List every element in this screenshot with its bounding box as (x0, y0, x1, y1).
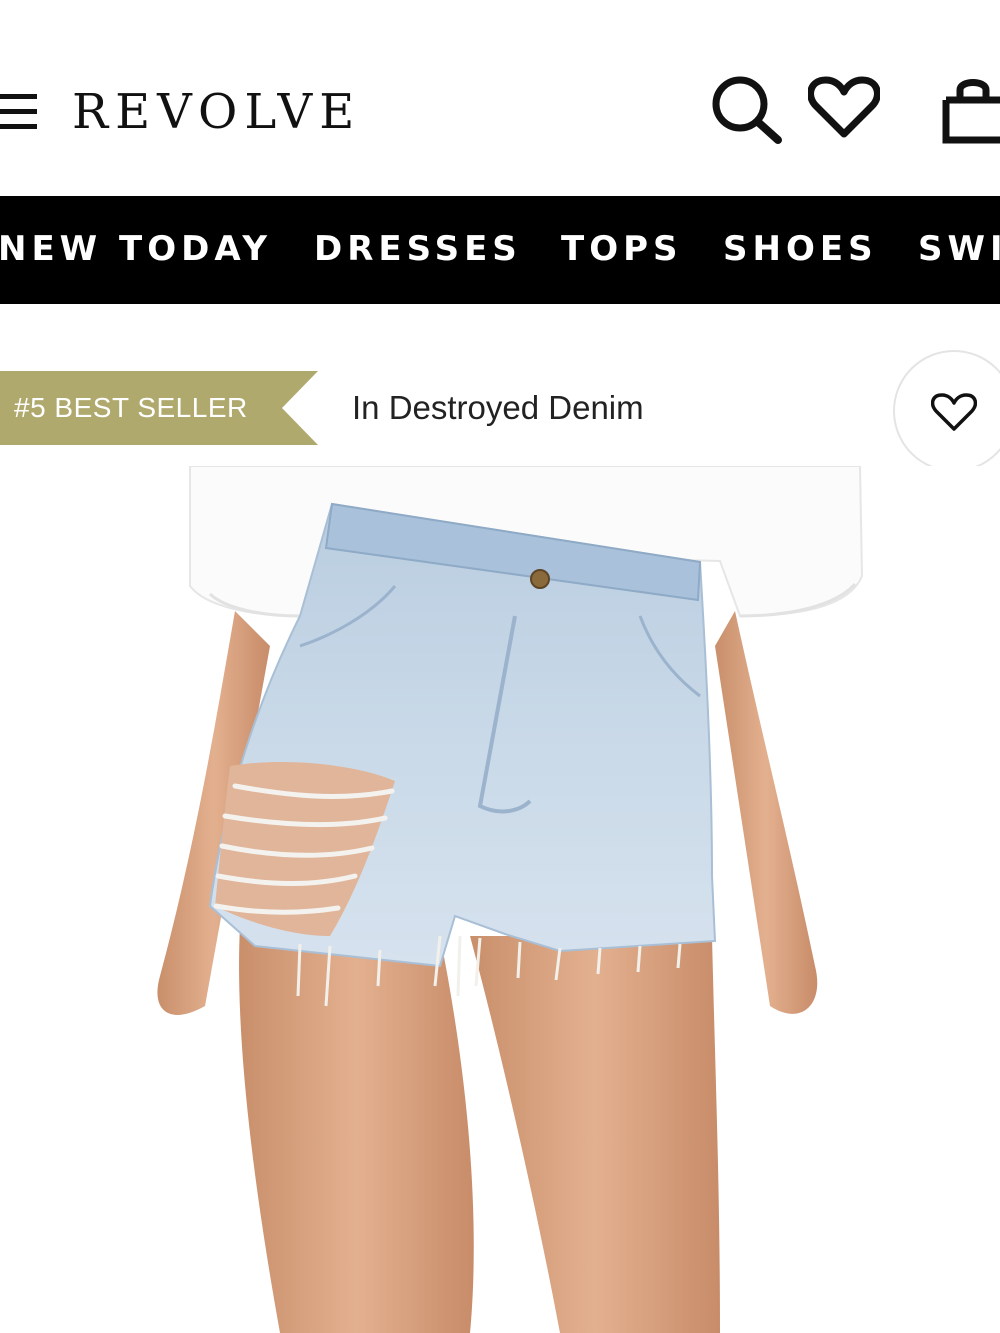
bag-icon[interactable] (940, 74, 1000, 144)
best-seller-label: #5 BEST SELLER (14, 392, 248, 423)
nav-item-new-today[interactable]: NEW TODAY (0, 229, 272, 269)
heart-icon (931, 393, 977, 431)
product-photo[interactable] (0, 466, 1000, 1333)
menu-icon[interactable] (0, 92, 40, 132)
site-header: REVOLVE (0, 0, 1000, 196)
favorite-button[interactable] (893, 350, 1000, 472)
best-seller-badge: #5 BEST SELLER (0, 371, 320, 445)
product-color-name: In Destroyed Denim (352, 389, 644, 426)
search-icon[interactable] (708, 74, 782, 146)
heart-icon[interactable] (808, 76, 880, 138)
nav-item-tops[interactable]: TOPS (561, 229, 683, 269)
nav-item-swim[interactable]: SWI (918, 229, 1000, 269)
category-nav: NEW TODAY DRESSES TOPS SHOES SWI (0, 196, 1000, 304)
nav-item-shoes[interactable]: SHOES (723, 229, 878, 269)
nav-item-dresses[interactable]: DRESSES (314, 229, 522, 269)
site-logo[interactable]: REVOLVE (72, 84, 361, 140)
